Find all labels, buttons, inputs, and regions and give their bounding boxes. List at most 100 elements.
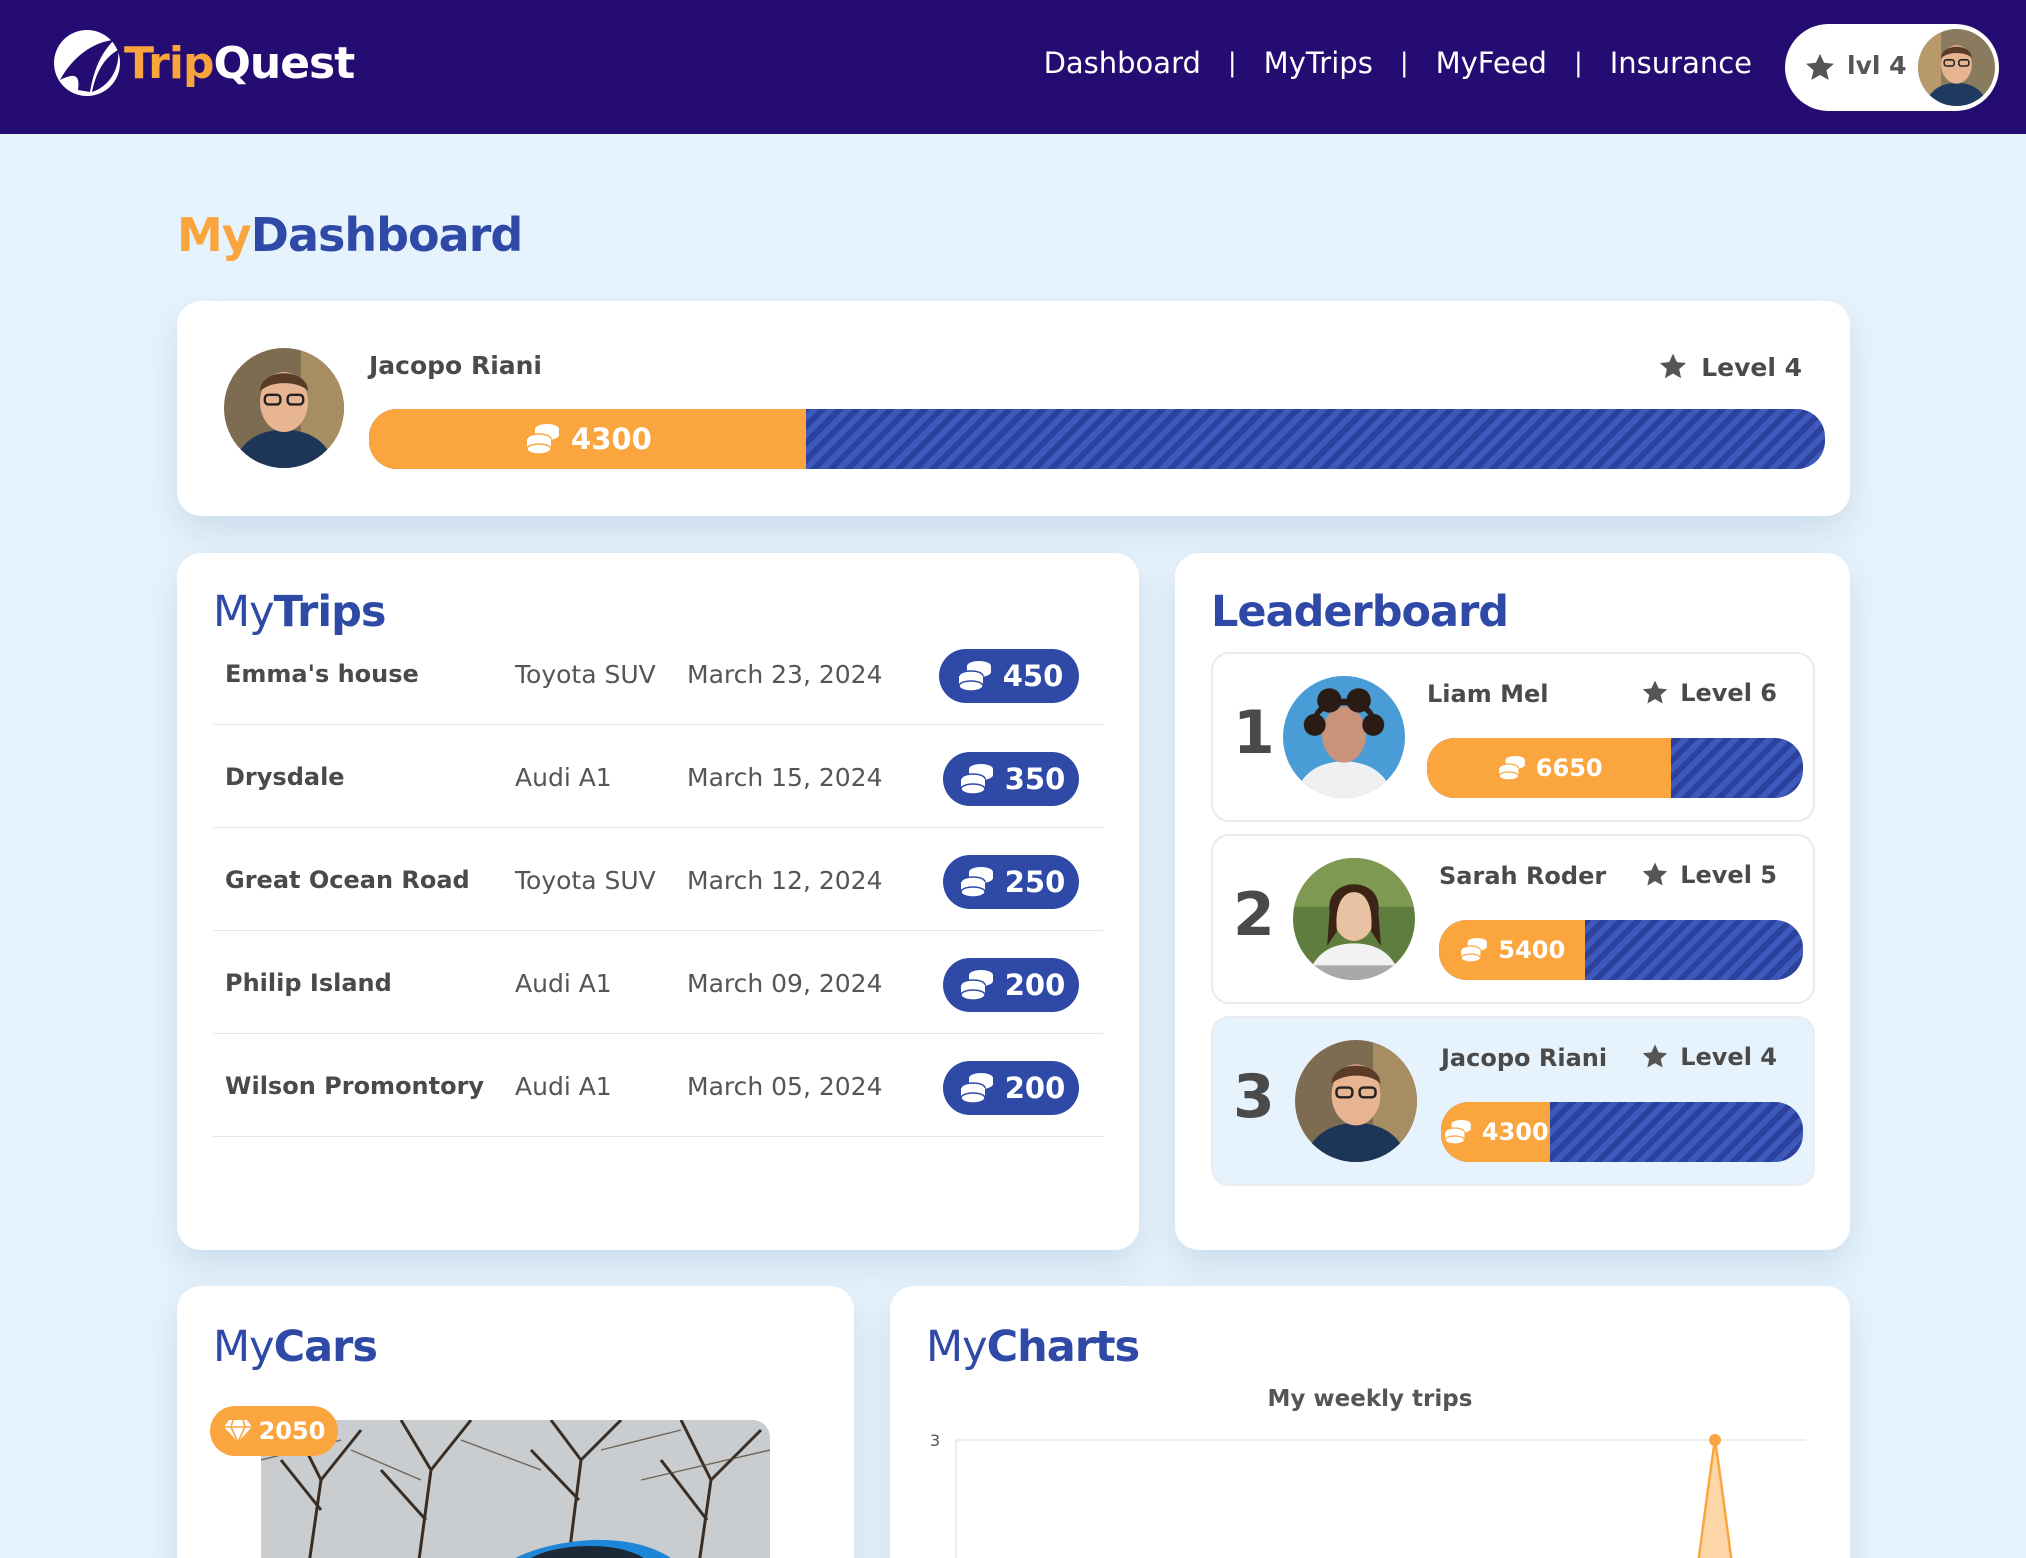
nav-link-insurance[interactable]: Insurance [1610, 46, 1752, 80]
trip-coins-badge: 450 [939, 649, 1079, 703]
diamond-icon [223, 1419, 252, 1443]
trip-date: March 23, 2024 [687, 660, 883, 689]
nav-links: Dashboard | MyTrips | MyFeed | Insurance [1044, 46, 1752, 80]
trip-car: Toyota SUV [515, 660, 656, 689]
logo-text: TripQuest [124, 37, 355, 89]
nav-link-dashboard[interactable]: Dashboard [1044, 46, 1201, 80]
car-points-badge: 2050 [210, 1406, 338, 1456]
leaderboard-coins: 5400 [1498, 936, 1566, 964]
logo-mark-icon [54, 30, 120, 96]
page-title: MyDashboard [177, 208, 524, 262]
leaderboard-level-label: Level 5 [1680, 861, 1777, 889]
car-photo-image [261, 1420, 770, 1558]
leaderboard-name: Sarah Roder [1439, 862, 1607, 890]
trip-name: Wilson Promontory [225, 1072, 485, 1100]
leaderboard-coins: 6650 [1535, 754, 1603, 782]
star-icon [1806, 53, 1834, 80]
leaderboard-avatar [1283, 676, 1405, 798]
trip-name: Emma's house [225, 660, 419, 688]
trip-date: March 15, 2024 [687, 763, 883, 792]
leaderboard-avatar [1295, 1040, 1417, 1162]
leaderboard-name: Jacopo Riani [1441, 1044, 1608, 1072]
coins-icon [1498, 756, 1525, 781]
mycharts-title-prefix: My [926, 1322, 988, 1372]
leaderboard-level: Level 5 [1640, 860, 1777, 890]
weekly-trips-chart: 3 [930, 1431, 1806, 1558]
trip-row[interactable]: Emma's house Toyota SUV March 23, 2024 450 [213, 622, 1103, 725]
nav-link-mytrips[interactable]: MyTrips [1264, 46, 1373, 80]
trip-date: March 12, 2024 [687, 866, 883, 895]
coins-icon [959, 764, 993, 795]
leaderboard-card: Leaderboard 1 Liam Mel Level 6 6650 2 Sarah R… [1175, 553, 1850, 1250]
mytrips-card: MyTrips Emma's house Toyota SUV March 23, … [177, 553, 1139, 1250]
nav-separator: | [1227, 48, 1237, 78]
car-points-value: 2050 [258, 1417, 326, 1445]
trip-row[interactable]: Wilson Promontory Audi A1 March 05, 2024 20… [213, 1034, 1103, 1137]
star-icon [1642, 862, 1668, 886]
trip-car: Audi A1 [515, 763, 612, 792]
profile-level-label: Level 4 [1701, 352, 1802, 382]
mycharts-title: MyCharts [926, 1322, 1141, 1372]
trip-row[interactable]: Great Ocean Road Toyota SUV March 12, 2024… [213, 828, 1103, 931]
mycars-title: MyCars [213, 1322, 378, 1372]
coins-icon [526, 424, 560, 455]
leaderboard-level-label: Level 4 [1680, 1043, 1777, 1071]
trip-name: Great Ocean Road [225, 866, 470, 894]
leaderboard-progress-fill: 5400 [1439, 920, 1585, 980]
leaderboard-coins: 4300 [1481, 1118, 1549, 1146]
trip-coins-badge: 200 [943, 958, 1079, 1012]
car-photo[interactable] [261, 1420, 770, 1558]
trip-coins: 250 [1004, 865, 1066, 899]
leaderboard-progress-fill: 6650 [1427, 738, 1672, 798]
profile-card: Jacopo Riani Level 4 4300 [177, 301, 1850, 516]
leaderboard-level: Level 4 [1640, 1042, 1777, 1072]
page-title-main: Dashboard [250, 208, 524, 262]
user-level-menu[interactable]: lvl 4 [1785, 24, 1999, 111]
leaderboard-progress-bar: 6650 [1427, 738, 1803, 798]
trip-coins: 450 [1002, 659, 1064, 693]
trip-row[interactable]: Philip Island Audi A1 March 09, 2024 200 [213, 931, 1103, 1034]
trip-name: Philip Island [225, 969, 392, 997]
profile-progress-bar: 4300 [369, 409, 1825, 469]
leaderboard-avatar [1293, 858, 1415, 980]
chart-data-point[interactable] [1709, 1434, 1721, 1446]
leaderboard-rank: 1 [1233, 698, 1275, 768]
coins-icon [959, 1073, 993, 1104]
coins-icon [959, 970, 993, 1001]
trip-car: Audi A1 [515, 969, 612, 998]
trip-coins-badge: 250 [943, 855, 1079, 909]
mycharts-title-main: Charts [986, 1322, 1141, 1372]
trip-car: Toyota SUV [515, 866, 656, 895]
leaderboard-name: Liam Mel [1427, 680, 1549, 708]
user-avatar[interactable] [1918, 29, 1995, 106]
coins-icon [957, 661, 991, 692]
trip-car: Audi A1 [515, 1072, 612, 1101]
coins-icon [1460, 938, 1488, 963]
leaderboard-title: Leaderboard [1211, 587, 1509, 637]
trip-coins: 200 [1004, 1071, 1066, 1105]
nav-separator: | [1399, 48, 1409, 78]
coins-icon [959, 867, 993, 898]
trip-row[interactable]: Drysdale Audi A1 March 15, 2024 350 [213, 725, 1103, 828]
logo-text-trip: Trip [124, 37, 214, 89]
leaderboard-rank: 3 [1233, 1062, 1275, 1132]
leaderboard-title-text: Leaderboard [1211, 587, 1509, 637]
chart-title: My weekly trips [1267, 1386, 1473, 1412]
nav-link-myfeed[interactable]: MyFeed [1436, 46, 1547, 80]
leaderboard-entry[interactable]: 3 Jacopo Riani Level 4 4300 [1211, 1016, 1815, 1186]
profile-avatar [224, 348, 344, 468]
trip-coins-badge: 350 [943, 752, 1079, 806]
leaderboard-entry[interactable]: 2 Sarah Roder Level 5 5400 [1211, 834, 1815, 1004]
trip-coins: 200 [1004, 968, 1066, 1002]
tripquest-logo[interactable]: TripQuest [52, 28, 355, 98]
leaderboard-progress-bar: 4300 [1441, 1102, 1803, 1162]
page-title-prefix: My [177, 208, 252, 262]
leaderboard-progress-fill: 4300 [1441, 1102, 1550, 1162]
star-icon [1642, 680, 1668, 704]
leaderboard-entry[interactable]: 1 Liam Mel Level 6 6650 [1211, 652, 1815, 822]
leaderboard-progress-bar: 5400 [1439, 920, 1803, 980]
mycharts-card: MyCharts My weekly trips 3 [890, 1286, 1850, 1558]
chart-ytick-label: 3 [930, 1431, 940, 1450]
profile-name: Jacopo Riani [369, 351, 542, 380]
trip-date: March 05, 2024 [687, 1072, 883, 1101]
